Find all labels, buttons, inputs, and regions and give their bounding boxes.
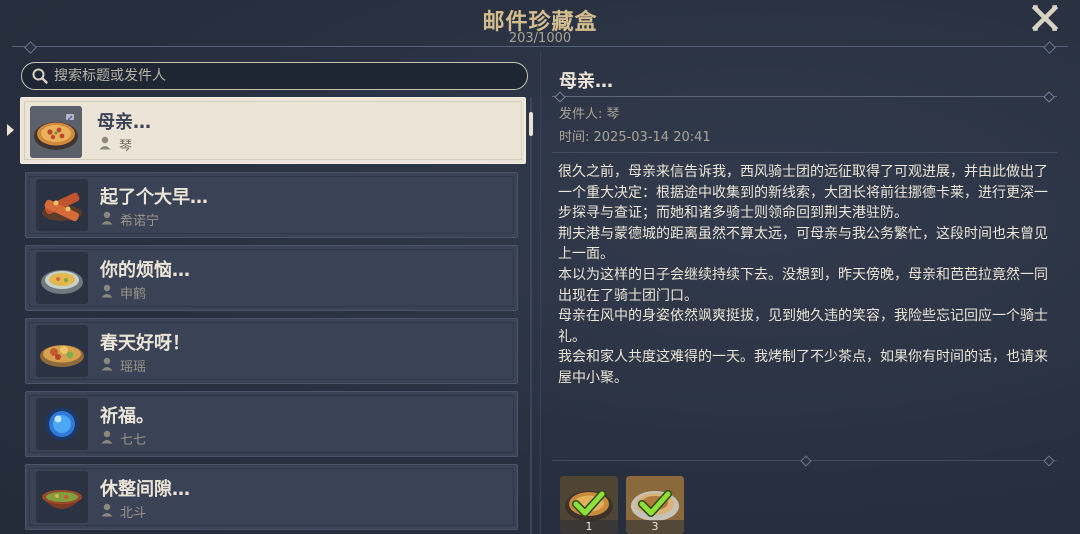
mail-title: 春天好呀！ bbox=[100, 333, 190, 354]
mail-sender: 琴 bbox=[119, 139, 133, 154]
mail-paragraph: 母亲在风中的身姿依然飒爽挺拔，见到她久违的笑容，我险些忘记回应一个骑士礼。 bbox=[558, 308, 1048, 345]
mail-sender: 七七 bbox=[120, 433, 147, 448]
mail-item[interactable]: 休整间隙… 北斗 bbox=[25, 464, 518, 530]
mail-paragraph: 荆夫港与蒙德城的距离虽然不算太远，可母亲与我公务繁忙，这段时间也未曾见上一面。 bbox=[558, 225, 1048, 263]
mail-detail-time: 时间: 2025-03-14 20:41 bbox=[559, 130, 711, 145]
sender-icon bbox=[101, 284, 113, 298]
mail-paragraph: 很久之前，母亲来信告诉我，西风骑士团的远征取得了可观进展，并由此做出了一个重大决… bbox=[558, 164, 1048, 222]
mail-sender: 申鹤 bbox=[120, 287, 147, 302]
list-scrollbar-track[interactable] bbox=[530, 97, 532, 534]
detail-meta-divider bbox=[552, 152, 1057, 153]
blue-orb-icon bbox=[36, 398, 88, 450]
mail-title: 休整间隙… bbox=[100, 479, 190, 500]
mail-paragraph: 本以为这样的日子会继续持续下去。没想到，昨天傍晚，母亲和芭芭拉竟然一同出现在了骑… bbox=[558, 266, 1048, 304]
stew-bowl-icon bbox=[36, 471, 88, 523]
sender-icon bbox=[101, 430, 113, 444]
selection-arrow-icon bbox=[7, 124, 14, 136]
sender-icon bbox=[99, 136, 111, 150]
skewer-dish-icon bbox=[36, 179, 88, 231]
soup-dish-icon bbox=[36, 252, 88, 304]
mail-item[interactable]: 祈福。 七七 bbox=[25, 391, 518, 457]
mail-sender: 北斗 bbox=[120, 506, 147, 521]
mail-title: 母亲… bbox=[97, 112, 151, 133]
mail-body: 很久之前，母亲来信告诉我，西风骑士团的远征取得了可观进展，并由此做出了一个重大决… bbox=[558, 162, 1048, 389]
attachment-count: 3 bbox=[626, 520, 684, 534]
attachment-count: 1 bbox=[560, 520, 618, 534]
mail-detail-title: 母亲… bbox=[559, 71, 613, 92]
detail-title-divider bbox=[552, 96, 1057, 97]
mail-detail-sender: 发件人: 琴 bbox=[559, 107, 620, 122]
attachment-item[interactable]: 3 bbox=[626, 476, 684, 534]
list-scrollbar-thumb[interactable] bbox=[529, 112, 533, 136]
mail-title: 祈福。 bbox=[100, 406, 154, 427]
search-input[interactable] bbox=[54, 68, 494, 84]
close-button[interactable] bbox=[1030, 4, 1060, 32]
header-divider bbox=[12, 46, 1068, 47]
header: 邮件珍藏盒 203/1000 bbox=[0, 0, 1080, 50]
mail-item-selected[interactable]: 母亲… 琴 bbox=[20, 97, 526, 164]
close-icon bbox=[1031, 4, 1059, 32]
sender-icon bbox=[101, 357, 113, 371]
mail-sender: 瑶瑶 bbox=[120, 360, 147, 375]
mail-paragraph: 我会和家人共度这难得的一天。我烤制了不少茶点，如果你有时间的话，也请来屋中小聚。 bbox=[558, 349, 1048, 386]
search-bar[interactable] bbox=[21, 62, 528, 90]
attachments-divider bbox=[552, 460, 1057, 461]
mail-count: 203/1000 bbox=[508, 31, 572, 46]
sender-icon bbox=[101, 503, 113, 517]
sender-icon bbox=[101, 211, 113, 225]
mail-item[interactable]: 春天好呀！ 瑶瑶 bbox=[25, 318, 518, 384]
pane-divider bbox=[540, 52, 541, 534]
attachment-item[interactable]: 1 bbox=[560, 476, 618, 534]
mail-title: 你的烦恼… bbox=[100, 260, 190, 281]
mail-item[interactable]: 起了个大早… 希诺宁 bbox=[25, 172, 518, 238]
mail-item[interactable]: 你的烦恼… 申鹤 bbox=[25, 245, 518, 311]
mail-sender: 希诺宁 bbox=[120, 214, 160, 229]
search-icon bbox=[32, 68, 48, 84]
platter-dish-icon bbox=[36, 325, 88, 377]
mail-title: 起了个大早… bbox=[100, 187, 208, 208]
pizza-dish-icon bbox=[30, 106, 82, 158]
